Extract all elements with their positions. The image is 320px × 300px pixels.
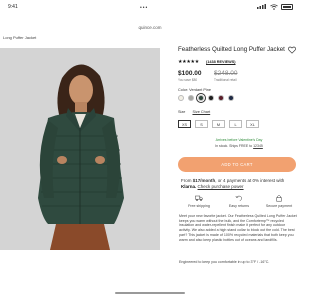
color-swatches (178, 93, 234, 103)
klarna-monthly: $17/month (192, 178, 216, 183)
status-time: 9:41 (8, 4, 18, 10)
size-option[interactable]: XL (246, 120, 259, 128)
klarna-offer: From $17/month, or 4 payments at 0% inte… (181, 178, 297, 184)
size-option[interactable]: XS (178, 120, 191, 128)
url-text[interactable]: quince.com (138, 25, 161, 30)
stock-status: In stock. Ships FREE to 12345 (178, 144, 300, 148)
product-description: Meet your new favorite jacket. Our Feath… (179, 214, 297, 242)
stock-text: In stock. Ships FREE to (215, 144, 253, 148)
truck-icon (195, 195, 203, 202)
sale-price: $100.00 (178, 70, 202, 77)
klarna-rest: , or 4 payments at 0% interest with (215, 178, 285, 183)
size-option[interactable]: L (229, 120, 242, 128)
product-title: Featherless Quilted Long Puffer Jacket (178, 46, 285, 53)
return-icon (235, 195, 242, 202)
home-indicator[interactable] (115, 292, 185, 294)
color-swatch[interactable] (188, 95, 194, 101)
klarna-row: Klarna. Check purchase power (181, 184, 244, 189)
size-label: Size (178, 110, 186, 114)
status-dots: ••• (140, 5, 149, 11)
model-illustration (0, 48, 160, 250)
klarna-prefix: From (181, 178, 193, 183)
check-purchase-power-link[interactable]: Check purchase power (198, 184, 244, 189)
zip-link[interactable]: 12345 (253, 144, 263, 148)
rating-stars: ★★★★★ (178, 59, 199, 65)
size-row: Size Size Chart (178, 110, 210, 114)
compare-price: $248.00 (214, 70, 238, 77)
feature-free-shipping: Free shipping (180, 194, 218, 208)
feature-list: Free shipping Easy returns Secure paymen… (180, 194, 298, 208)
feature-easy-returns: Easy returns (220, 194, 258, 208)
color-swatch[interactable] (228, 95, 234, 101)
color-swatch[interactable] (178, 95, 184, 101)
klarna-logo: Klarna. (181, 184, 197, 189)
feature-label: Free shipping (188, 204, 210, 208)
size-chart-link[interactable]: Size Chart (192, 110, 210, 114)
arrival-note: Arrives before Valentine's Day (215, 138, 263, 142)
signal-icon (257, 4, 266, 9)
color-label: Color: Verdant Pine (178, 88, 211, 92)
color-swatch[interactable] (196, 93, 206, 103)
address-bar[interactable]: quince.com (0, 16, 300, 30)
size-option[interactable]: S (195, 120, 208, 128)
product-image[interactable] (0, 48, 160, 250)
temperature-note: Engineered to keep you comfortable in up… (179, 260, 270, 264)
heart-icon[interactable] (288, 46, 296, 54)
feature-secure-payment: Secure payment (260, 194, 298, 208)
compare-note: Traditional retail (214, 78, 237, 82)
size-options: XS S M L XL (178, 120, 259, 128)
price-note: You save $80 (178, 78, 198, 82)
wifi-icon (270, 4, 278, 10)
feature-label: Secure payment (265, 204, 293, 208)
breadcrumb[interactable]: Long Puffer Jacket (3, 35, 36, 40)
battery-icon (281, 4, 293, 10)
add-to-cart-button[interactable]: ADD TO CART (178, 157, 296, 172)
lock-icon (276, 195, 282, 202)
feature-label: Easy returns (228, 204, 250, 208)
color-swatch[interactable] (208, 95, 214, 101)
reviews-link[interactable]: (1438 REVIEWS) (206, 60, 236, 64)
color-swatch[interactable] (218, 95, 224, 101)
size-option[interactable]: M (212, 120, 225, 128)
